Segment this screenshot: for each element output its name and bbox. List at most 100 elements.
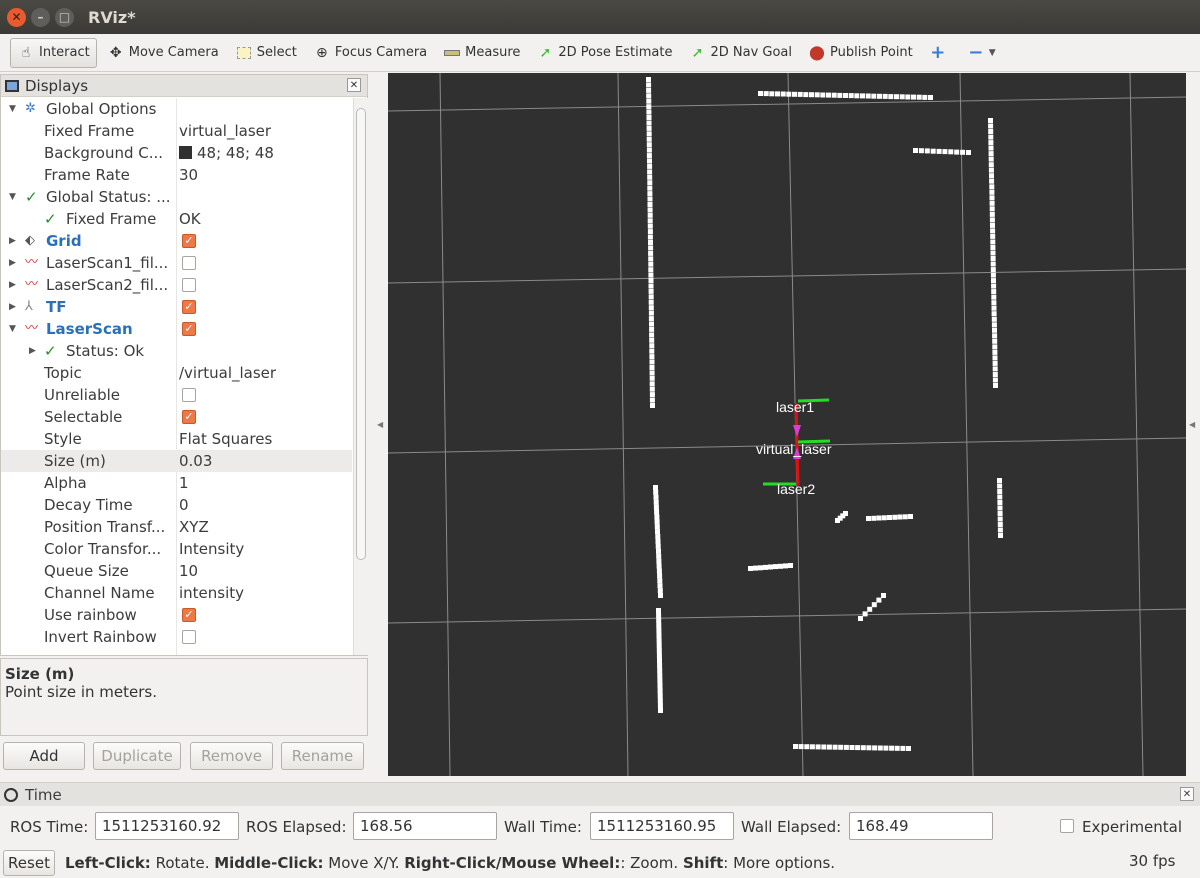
tree-row-grid[interactable]: ▶ ⬖ Grid ✓ [1, 230, 352, 252]
scan-point [997, 511, 1003, 516]
scan-point [650, 403, 655, 408]
scan-point [876, 597, 882, 603]
expand-arrow-icon[interactable]: ▼ [9, 186, 16, 208]
scan-point [653, 485, 658, 490]
measure-tool-button[interactable]: Measure [437, 38, 526, 68]
close-icon[interactable]: ✕ [1180, 787, 1194, 801]
scan-point [646, 93, 652, 99]
tree-row-frame-rate[interactable]: Frame Rate 30 [1, 164, 352, 186]
reset-button[interactable]: Reset [3, 850, 55, 876]
scan-point [832, 744, 838, 750]
duplicate-button[interactable]: Duplicate [93, 742, 181, 770]
scan-point [648, 305, 654, 311]
scan-point [814, 92, 820, 98]
laserscan2-checkbox[interactable] [182, 278, 196, 292]
window-minimize-icon[interactable]: – [31, 7, 50, 27]
displays-scrollbar[interactable] [353, 98, 368, 655]
use-rainbow-checkbox[interactable]: ✓ [182, 608, 196, 622]
select-tool-button[interactable]: Select [229, 38, 303, 68]
crosshair-icon: ⊕ [315, 44, 328, 61]
grid-checkbox[interactable]: ✓ [182, 234, 196, 248]
scan-point [815, 744, 821, 750]
unreliable-checkbox[interactable] [182, 388, 196, 402]
tree-row-position-transformer[interactable]: Position Transf... XYZ [1, 516, 352, 538]
tree-row-use-rainbow[interactable]: Use rainbow ✓ [1, 604, 352, 626]
tree-row-laserscan[interactable]: ▼ 〰 LaserScan ✓ [1, 318, 352, 340]
tree-row-decay-time[interactable]: Decay Time 0 [1, 494, 352, 516]
collapse-arrow-icon[interactable]: ▶ [29, 340, 36, 362]
scan-point [646, 142, 652, 148]
collapse-arrow-icon[interactable]: ▶ [9, 296, 16, 318]
tree-row-alpha[interactable]: Alpha 1 [1, 472, 352, 494]
scan-point [793, 744, 798, 749]
window-close-icon[interactable]: ✕ [7, 7, 26, 27]
scan-point [876, 515, 882, 521]
time-title: Time [25, 785, 62, 804]
tree-row-tf[interactable]: ▶ ⅄ TF ✓ [1, 296, 352, 318]
tree-row-fixed-frame[interactable]: Fixed Frame virtual_laser [1, 120, 352, 142]
scene-svg[interactable]: laser1 virtual_laser laser2 [388, 73, 1186, 776]
laserscan-checkbox[interactable]: ✓ [182, 322, 196, 336]
expand-arrow-icon[interactable]: ▼ [9, 98, 16, 120]
rename-button[interactable]: Rename [281, 742, 364, 770]
add-button[interactable]: Add [3, 742, 85, 770]
collapse-arrow-icon[interactable]: ▶ [9, 252, 16, 274]
tree-row-global-status[interactable]: ▼ ✓ Global Status: ... [1, 186, 352, 208]
tree-row-selectable[interactable]: Selectable ✓ [1, 406, 352, 428]
window-maximize-icon[interactable]: □ [55, 7, 74, 27]
add-tool-button[interactable]: + [923, 38, 957, 68]
tf-checkbox[interactable]: ✓ [182, 300, 196, 314]
scan-point [989, 195, 995, 201]
tree-row-unreliable[interactable]: Unreliable [1, 384, 352, 406]
tree-row-queue-size[interactable]: Queue Size 10 [1, 560, 352, 582]
wall-time-field[interactable]: 1511253160.95 [590, 812, 734, 840]
tree-row-channel-name[interactable]: Channel Name intensity [1, 582, 352, 604]
tree-row-laserscan2[interactable]: ▶ 〰 LaserScan2_fil... [1, 274, 352, 296]
scan-point [899, 94, 905, 100]
laserscan1-checkbox[interactable] [182, 256, 196, 270]
scan-point [649, 348, 655, 354]
scan-point [646, 109, 652, 115]
tree-row-laserscan1[interactable]: ▶ 〰 LaserScan1_fil... [1, 252, 352, 274]
remove-tool-button[interactable]: − ▼ [961, 38, 1002, 68]
scan-point [988, 151, 994, 157]
collapse-arrow-icon[interactable]: ▶ [9, 274, 16, 296]
close-icon[interactable]: ✕ [347, 78, 361, 92]
tree-row-color-transformer[interactable]: Color Transfor... Intensity [1, 538, 352, 560]
scan-point [990, 261, 996, 267]
ros-elapsed-field[interactable]: 168.56 [353, 812, 497, 840]
nav-goal-tool-button[interactable]: ➚ 2D Nav Goal [682, 38, 798, 68]
right-splitter-handle[interactable]: ◀ [1189, 420, 1195, 429]
tree-row-background-color[interactable]: Background C... 48; 48; 48 [1, 142, 352, 164]
color-swatch[interactable] [179, 146, 192, 159]
scan-point [997, 478, 1002, 483]
wall-elapsed-field[interactable]: 168.49 [849, 812, 993, 840]
experimental-checkbox[interactable] [1060, 819, 1074, 833]
selectable-checkbox[interactable]: ✓ [182, 410, 196, 424]
collapse-arrow-icon[interactable]: ▶ [9, 230, 16, 252]
expand-arrow-icon[interactable]: ▼ [9, 318, 16, 340]
scrollbar-thumb[interactable] [356, 108, 366, 560]
hand-pointer-icon: ☝ [21, 44, 31, 61]
tree-row-topic[interactable]: Topic /virtual_laser [1, 362, 352, 384]
left-splitter-handle[interactable]: ◀ [377, 420, 383, 429]
display-buttons: Add Duplicate Remove Rename [0, 742, 368, 772]
scan-point [906, 746, 911, 751]
tree-row-global-options[interactable]: ▼ ✲ Global Options [1, 98, 352, 120]
tree-row-status[interactable]: ▶ ✓ Status: Ok [1, 340, 352, 362]
remove-button[interactable]: Remove [190, 742, 273, 770]
publish-point-tool-button[interactable]: ⬤ Publish Point [802, 38, 919, 68]
ros-time-field[interactable]: 1511253160.92 [95, 812, 239, 840]
pose-estimate-tool-button[interactable]: ➚ 2D Pose Estimate [530, 38, 678, 68]
focus-camera-tool-button[interactable]: ⊕ Focus Camera [307, 38, 433, 68]
render-viewport[interactable]: laser1 virtual_laser laser2 [388, 73, 1186, 776]
tree-row-style[interactable]: Style Flat Squares [1, 428, 352, 450]
invert-rainbow-checkbox[interactable] [182, 630, 196, 644]
interact-tool-button[interactable]: ☝ Interact [10, 37, 97, 68]
tree-row-invert-rainbow[interactable]: Invert Rainbow [1, 626, 352, 648]
move-camera-tool-button[interactable]: ✥ Move Camera [101, 38, 225, 68]
tree-row-size[interactable]: Size (m) 0.03 [1, 450, 352, 472]
scan-point [992, 360, 998, 366]
check-icon: ✓ [44, 342, 57, 360]
tree-row-status-fixed-frame[interactable]: ✓ Fixed Frame OK [1, 208, 352, 230]
